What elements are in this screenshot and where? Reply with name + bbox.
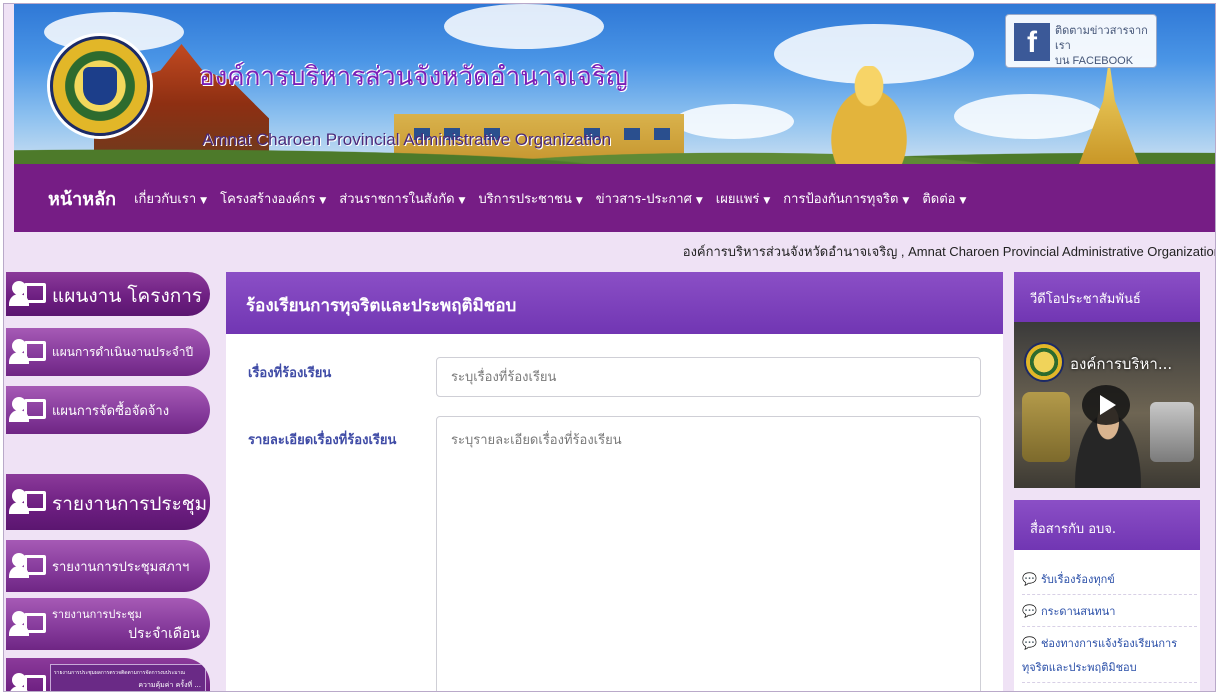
nav-item-services[interactable]: บริการประชาชน ▼ (478, 188, 582, 209)
video-channel-logo (1024, 342, 1064, 382)
chevron-down-icon: ▼ (959, 195, 967, 206)
marquee-text: องค์การบริหารส่วนจังหวัดอำนาจเจริญ , Amn… (682, 244, 1216, 259)
chevron-down-icon: ▼ (695, 195, 703, 206)
banner-trees (14, 124, 1215, 164)
nav-item-departments[interactable]: ส่วนราชการในสังกัด ▼ (339, 188, 465, 209)
sidebar-item-label: รายงานการประชุม (52, 608, 142, 621)
facebook-follow-button[interactable]: f ติดตามข่าวสารจากเรา บน FACEBOOK (1005, 14, 1157, 68)
detail-label: รายละเอียดเรื่องที่ร้องเรียน (248, 433, 397, 448)
sidebar-item-label: แผนการดำเนินงานประจำปี (52, 345, 194, 359)
subject-input[interactable] (436, 357, 981, 397)
sidebar-item-thumbnail: รายงานการประชุมผลการตรวจติดตามการจัดการง… (50, 664, 206, 691)
sidebar-item-evaluation-meetings[interactable]: รายงานการประชุมผลการตรวจติดตามการจัดการง… (6, 658, 210, 691)
chat-bubbles-icon: 💬 (1022, 604, 1037, 618)
panel-header: ร้องเรียนการทุจริตและประพฤติมิชอบ (226, 272, 1003, 334)
link-webboard[interactable]: 💬 กระดานสนทนา (1022, 602, 1197, 627)
sidebar-heading-meetings[interactable]: รายงานการประชุม (6, 474, 210, 530)
communication-heading: สื่อสารกับ อบจ. (1030, 522, 1117, 537)
communication-panel: สื่อสารกับ อบจ. 💬 รับเรื่องร้องทุกข์ 💬 กระ… (1014, 500, 1200, 691)
sidebar-heading-label: แผนงาน โครงการ (52, 285, 203, 307)
link-complaints[interactable]: 💬 รับเรื่องร้องทุกข์ (1022, 570, 1197, 595)
video-panel-header: วีดีโอประชาสัมพันธ์ (1014, 272, 1200, 322)
presenter-board-icon (9, 281, 48, 307)
page-title: ร้องเรียนการทุจริตและประพฤติมิชอบ (246, 296, 517, 316)
link-corruption-report-line2[interactable]: ทุจริตและประพฤติมิชอบ (1022, 658, 1197, 683)
nav-item-structure[interactable]: โครงสร้างองค์กร ▼ (220, 188, 326, 209)
communication-panel-header: สื่อสารกับ อบจ. (1014, 500, 1200, 550)
sidebar-item-label: แผนการจัดซื้อจัดจ้าง (52, 404, 170, 419)
presenter-board-icon (9, 611, 48, 637)
province-seal-logo[interactable] (50, 36, 150, 136)
nav-item-contact[interactable]: ติดต่อ ▼ (922, 188, 966, 209)
header-banner: องค์การบริหารส่วนจังหวัดอำนาจเจริญ Amnat… (14, 4, 1215, 164)
detail-textarea[interactable] (436, 416, 981, 691)
nav-item-anti-corruption[interactable]: การป้องกันการทุจริต ▼ (783, 188, 909, 209)
video-player[interactable]: องค์การบริหา... (1014, 322, 1200, 488)
nav-item-publish[interactable]: เผยแพร่ ▼ (716, 188, 771, 209)
sidebar-item-annual-plan[interactable]: แผนการดำเนินงานประจำปี (6, 328, 210, 376)
sidebar-item-monthly-meetings[interactable]: รายงานการประชุม ประจำเดือน (6, 598, 210, 650)
presenter-board-icon (9, 489, 48, 515)
video-heading: วีดีโอประชาสัมพันธ์ (1030, 292, 1141, 307)
page-frame: องค์การบริหารส่วนจังหวัดอำนาจเจริญ Amnat… (3, 3, 1216, 692)
complaint-form-panel: ร้องเรียนการทุจริตและประพฤติมิชอบ เรื่อง… (226, 272, 1003, 691)
chevron-down-icon: ▼ (200, 195, 208, 206)
site-subtitle: Amnat Charoen Provincial Administrative … (202, 130, 612, 149)
nav-item-about[interactable]: เกี่ยวกับเรา ▼ (134, 188, 207, 209)
news-marquee: องค์การบริหารส่วนจังหวัดอำนาจเจริญ , Amn… (14, 236, 1216, 262)
facebook-follow-text: ติดตามข่าวสารจากเรา บน FACEBOOK (1055, 25, 1148, 67)
presenter-board-icon (9, 553, 48, 579)
subject-label: เรื่องที่ร้องเรียน (248, 366, 332, 381)
chevron-down-icon: ▼ (458, 195, 466, 206)
main-nav: หน้าหลัก เกี่ยวกับเรา ▼ โครงสร้างองค์กร ▼ … (14, 164, 1215, 232)
chevron-down-icon: ▼ (575, 195, 583, 206)
chevron-down-icon: ▼ (902, 195, 910, 206)
facebook-icon: f (1014, 23, 1050, 61)
chevron-down-icon: ▼ (319, 195, 327, 206)
sidebar-heading-label: รายงานการประชุม (52, 493, 208, 515)
sidebar-heading-plans[interactable]: แผนงาน โครงการ (6, 272, 210, 316)
chat-bubbles-icon: 💬 (1022, 572, 1037, 586)
video-title: องค์การบริหา... (1070, 355, 1173, 373)
presenter-board-icon (9, 673, 48, 691)
sidebar-item-label-line2: ประจำเดือน (128, 626, 200, 642)
nav-home[interactable]: หน้าหลัก (48, 184, 116, 213)
presenter-board-icon (9, 339, 48, 365)
play-icon[interactable] (1082, 385, 1130, 425)
banner-cloud (444, 4, 604, 49)
buddha-image (814, 66, 924, 164)
presenter-board-icon (9, 397, 48, 423)
sidebar-item-label: รายงานการประชุมสภาฯ (52, 560, 190, 575)
right-sidebar: วีดีโอประชาสัมพันธ์ องค์การบริหา... สื่อ… (1014, 272, 1215, 691)
sidebar-item-procurement-plan[interactable]: แผนการจัดซื้อจัดจ้าง (6, 386, 210, 434)
chat-bubbles-icon: 💬 (1022, 636, 1037, 650)
site-title: องค์การบริหารส่วนจังหวัดอำนาจเจริญ (199, 62, 629, 92)
chevron-down-icon: ▼ (763, 195, 771, 206)
nav-item-news[interactable]: ข่าวสาร-ประกาศ ▼ (596, 188, 703, 209)
left-sidebar: แผนงาน โครงการ แผนการดำเนินงานประจำปี แผ… (4, 272, 216, 691)
sidebar-item-council-meetings[interactable]: รายงานการประชุมสภาฯ (6, 540, 210, 592)
link-corruption-report[interactable]: 💬 ช่องทางการแจ้งร้องเรียนการ (1022, 634, 1197, 658)
